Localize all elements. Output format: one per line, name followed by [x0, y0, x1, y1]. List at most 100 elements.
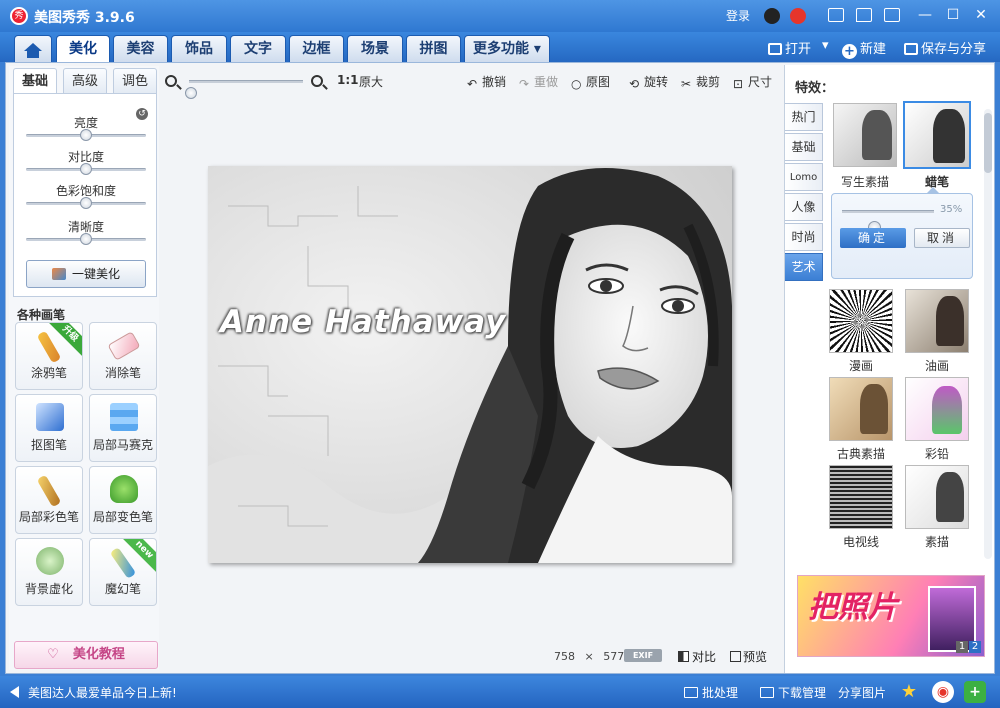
tab-more[interactable]: 更多功能 ▾: [464, 35, 550, 62]
original-image-button[interactable]: ○ 原图: [571, 73, 610, 91]
effect-strength-slider[interactable]: [842, 210, 934, 234]
category-lomo[interactable]: Lomo: [785, 163, 823, 191]
scroll-thumb[interactable]: [984, 113, 992, 173]
original-size-button[interactable]: 原大: [359, 73, 383, 90]
effect-strength-panel: 35% 确定 取消: [831, 187, 973, 279]
add-icon[interactable]: +: [964, 681, 986, 703]
qq-icon[interactable]: [764, 8, 780, 24]
effect-thumb-crayon[interactable]: [903, 101, 971, 169]
effect-thumb-color-pencil[interactable]: [905, 377, 969, 441]
save-share-button[interactable]: 保存与分享: [904, 38, 986, 57]
exif-button[interactable]: EXIF: [624, 649, 662, 662]
feedback-icon[interactable]: [856, 8, 872, 22]
download-manager-button[interactable]: 下载管理: [760, 684, 826, 701]
status-bar: 美图达人最爱单品今日上新! 批处理 下载管理 分享图片 ★ ◉ +: [0, 676, 1000, 708]
tab-color[interactable]: 调色: [113, 68, 157, 94]
batch-process-button[interactable]: 批处理: [684, 684, 738, 701]
resize-button[interactable]: ⊡ 尺寸: [733, 73, 772, 91]
ad-page-2[interactable]: 2: [969, 641, 981, 653]
star-icon[interactable]: ★: [898, 681, 920, 703]
effects-scrollbar[interactable]: [984, 109, 992, 559]
graffiti-brush-button[interactable]: 升级 涂鸦笔: [15, 322, 83, 390]
zoom-slider[interactable]: [185, 80, 303, 99]
compare-button[interactable]: 对比: [678, 648, 716, 665]
rotate-button[interactable]: ⟲ 旋转: [629, 73, 668, 91]
brightness-slider[interactable]: [26, 129, 146, 141]
color-brush-icon: [36, 474, 62, 508]
one-key-beautify-button[interactable]: 一键美化: [26, 260, 146, 288]
rotate-icon: ⟲: [629, 77, 640, 91]
zoom-in-icon[interactable]: [311, 74, 323, 88]
effect-thumb-comic[interactable]: [829, 289, 893, 353]
skin-icon[interactable]: [828, 8, 844, 22]
effect-label-sketch: 写生素描: [840, 175, 889, 189]
tab-collage[interactable]: 拼图: [406, 35, 461, 62]
background-blur-button[interactable]: 背景虚化: [15, 538, 83, 606]
app-title: 美图秀秀 3.9.6: [34, 10, 135, 26]
home-tab[interactable]: [14, 35, 52, 62]
slider-knob[interactable]: [80, 197, 92, 209]
login-link[interactable]: 登录: [726, 7, 750, 24]
effect-thumb-tv-lines[interactable]: [829, 465, 893, 529]
slider-knob[interactable]: [80, 163, 92, 175]
category-basic[interactable]: 基础: [785, 133, 823, 161]
ad-page-1[interactable]: 1: [956, 641, 968, 653]
status-message[interactable]: 美图达人最爱单品今日上新!: [28, 684, 177, 701]
main-area: 基础 高级 调色 ↺ 亮度 对比度 色彩饱和度 清晰度 一键美化 各种画笔 升级…: [5, 62, 995, 674]
minimize-button[interactable]: —: [914, 6, 936, 24]
tab-decor[interactable]: 饰品: [171, 35, 227, 62]
effect-thumb-sketch[interactable]: [833, 103, 897, 167]
tab-frame[interactable]: 边框: [289, 35, 344, 62]
tab-basic[interactable]: 基础: [13, 68, 57, 94]
sharpness-slider[interactable]: [26, 233, 146, 245]
download-icon: [760, 687, 774, 698]
image-toolbar: 1:1 原大 ↶ 撤销 ↷ 重做 ○ 原图 ⟲ 旋转 ✂ 裁剪 ⊡ 尺寸: [163, 69, 783, 99]
category-art[interactable]: 艺术: [785, 253, 823, 281]
confirm-button[interactable]: 确定: [840, 228, 906, 248]
close-button[interactable]: ✕: [970, 6, 992, 24]
ad-banner[interactable]: 把照片 12: [797, 575, 985, 657]
redo-button[interactable]: ↷ 重做: [519, 73, 558, 91]
zoom-out-icon[interactable]: [165, 74, 177, 88]
zoom-knob[interactable]: [185, 87, 197, 99]
weibo-share-icon[interactable]: ◉: [932, 681, 954, 703]
share-image-button[interactable]: 分享图片: [838, 684, 886, 701]
resize-icon: ⊡: [733, 77, 744, 91]
effect-thumb-pencil-sketch[interactable]: [905, 465, 969, 529]
contrast-slider[interactable]: [26, 163, 146, 175]
maximize-button[interactable]: ☐: [942, 6, 964, 24]
effect-thumb-classic-sketch[interactable]: [829, 377, 893, 441]
tab-advanced[interactable]: 高级: [63, 68, 107, 94]
category-portrait[interactable]: 人像: [785, 193, 823, 221]
tab-text[interactable]: 文字: [230, 35, 286, 62]
crop-button[interactable]: ✂ 裁剪: [681, 73, 720, 91]
new-button[interactable]: + 新建: [842, 38, 886, 59]
settings-icon[interactable]: [884, 8, 900, 22]
category-hot[interactable]: 热门: [785, 103, 823, 131]
tab-scene[interactable]: 场景: [347, 35, 403, 62]
eraser-brush-button[interactable]: 消除笔: [89, 322, 157, 390]
tab-beauty[interactable]: 美容: [113, 35, 168, 62]
undo-button[interactable]: ↶ 撤销: [467, 73, 506, 91]
weibo-icon[interactable]: [790, 8, 806, 24]
open-button[interactable]: 打开: [768, 38, 811, 57]
folder-icon: [768, 43, 782, 55]
open-dropdown-icon[interactable]: ▾: [822, 38, 829, 53]
preview-button[interactable]: 预览: [730, 648, 767, 665]
saturation-slider[interactable]: [26, 197, 146, 209]
slider-knob[interactable]: [80, 233, 92, 245]
slider-knob[interactable]: [80, 129, 92, 141]
local-recolor-brush-button[interactable]: 局部变色笔: [89, 466, 157, 534]
magic-brush-button[interactable]: new 魔幻笔: [89, 538, 157, 606]
beautify-tutorial-button[interactable]: ♡ 美化教程: [14, 641, 158, 669]
effect-label-tv-lines: 电视线: [842, 535, 879, 549]
mosaic-brush-button[interactable]: 局部马赛克: [89, 394, 157, 462]
mosaic-icon: [110, 403, 138, 431]
photo-canvas[interactable]: Anne Hathaway: [208, 166, 732, 563]
tab-beautify[interactable]: 美化: [56, 35, 110, 62]
category-fashion[interactable]: 时尚: [785, 223, 823, 251]
effect-thumb-oil[interactable]: [905, 289, 969, 353]
cancel-button[interactable]: 取消: [914, 228, 970, 248]
local-color-brush-button[interactable]: 局部彩色笔: [15, 466, 83, 534]
cutout-brush-button[interactable]: 抠图笔: [15, 394, 83, 462]
